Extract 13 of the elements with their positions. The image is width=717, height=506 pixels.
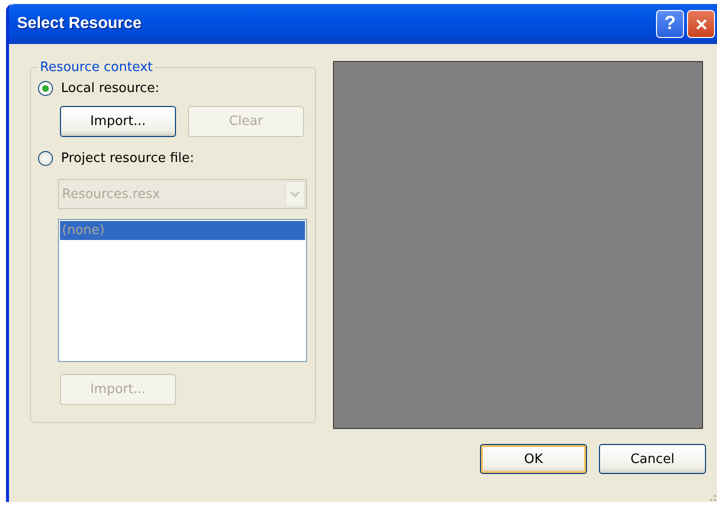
radio-label[interactable]: Project resource file: xyxy=(61,150,194,166)
window-title: Select Resource xyxy=(17,15,142,33)
help-button[interactable]: ? xyxy=(656,10,684,38)
cancel-button[interactable]: Cancel xyxy=(599,444,706,474)
group-title: Resource context xyxy=(39,60,154,75)
radio-button[interactable] xyxy=(38,80,53,96)
import-button[interactable]: Import... xyxy=(60,106,176,137)
radio-button[interactable] xyxy=(38,150,53,166)
dropdown-value: Resources.resx xyxy=(61,186,160,202)
ok-button[interactable]: OK xyxy=(480,444,587,474)
radio-label[interactable]: Local resource: xyxy=(61,80,160,96)
close-icon xyxy=(694,18,708,30)
close-button[interactable] xyxy=(687,10,715,38)
